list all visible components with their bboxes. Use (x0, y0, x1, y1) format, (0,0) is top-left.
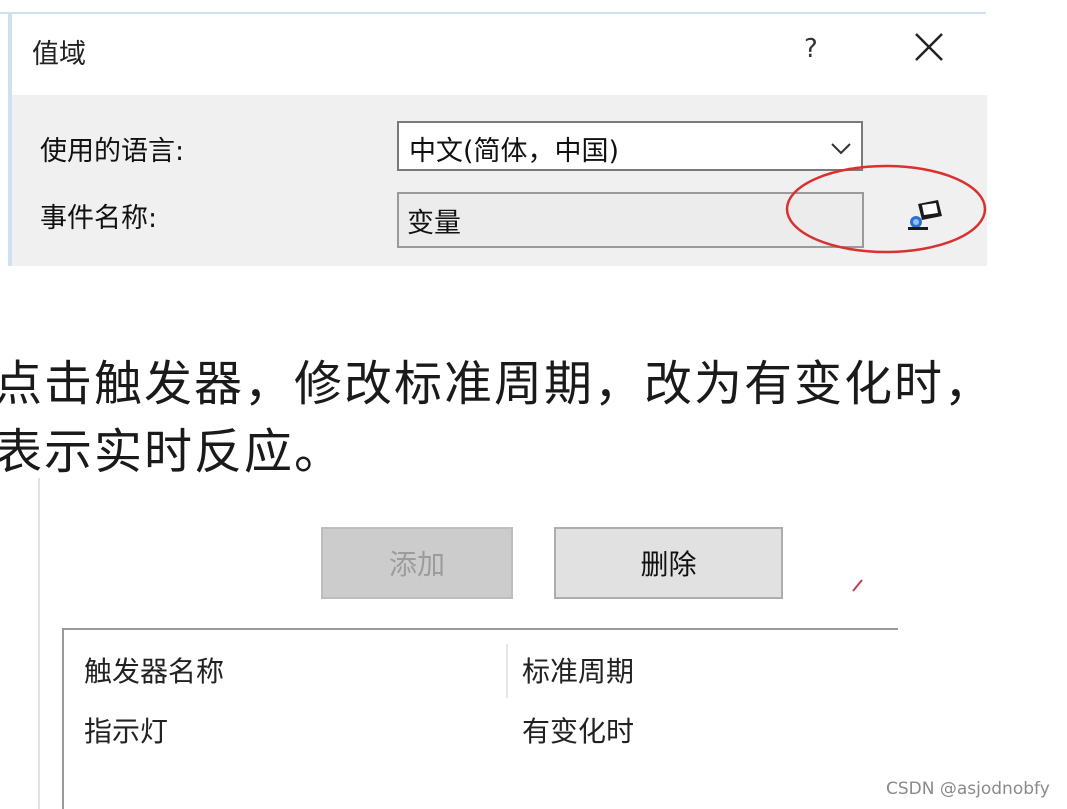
highlight-circle (784, 163, 988, 255)
column-header-standard-period[interactable]: 标准周期 (522, 650, 634, 690)
language-label: 使用的语言: (40, 136, 185, 167)
pen-cursor-mark (850, 578, 864, 594)
column-header-trigger-name[interactable]: 触发器名称 (84, 650, 224, 690)
table-row-trigger-name[interactable]: 指示灯 (84, 710, 168, 750)
help-button[interactable]: ? (804, 34, 818, 64)
instruction-line-2: 表示实时反应。 (0, 424, 345, 480)
watermark: CSDN @asjodnobfy (886, 779, 1050, 799)
instruction-line-1: 点击触发器，修改标准周期，改为有变化时， (0, 356, 995, 412)
language-select-value: 中文(简体，中国) (409, 136, 620, 167)
dialog-title: 值域 (32, 39, 86, 70)
event-name-value: 变量 (407, 208, 461, 239)
trigger-table[interactable]: 触发器名称 标准周期 指示灯 有变化时 (62, 628, 898, 809)
close-icon[interactable] (912, 30, 946, 64)
chevron-down-icon (831, 140, 851, 159)
column-separator (506, 644, 508, 698)
table-row-standard-period[interactable]: 有变化时 (522, 710, 634, 750)
event-name-label: 事件名称: (40, 203, 158, 234)
panel-divider (38, 478, 40, 809)
delete-button[interactable]: 删除 (554, 527, 783, 599)
add-button[interactable]: 添加 (321, 527, 513, 599)
